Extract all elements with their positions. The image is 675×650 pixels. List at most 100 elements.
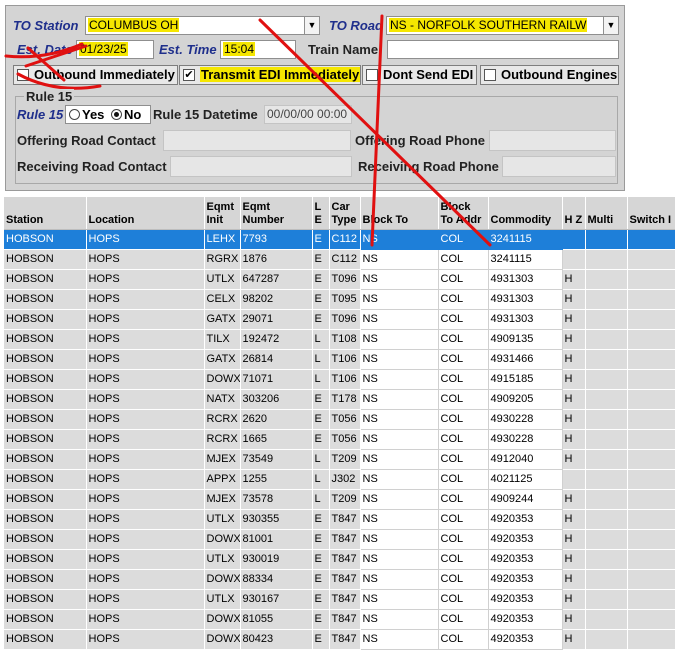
cell-commodity[interactable]: 4930228 xyxy=(487,428,563,450)
table-row[interactable]: HOBSON HOPS DOWX 80423 E T847 NS COL 4920353 H xyxy=(4,628,675,650)
checkbox-box[interactable] xyxy=(484,69,496,81)
table-row[interactable]: HOBSON HOPS DOWX 88334 E T847 NS COL 4920353 H xyxy=(4,568,675,590)
est-date-input[interactable]: 01/23/25 xyxy=(76,40,154,59)
cell-commodity[interactable]: 4920353 xyxy=(487,568,563,590)
cell-block-to[interactable]: NS xyxy=(359,548,439,570)
col-header-location[interactable]: Location xyxy=(86,197,205,230)
col-header-block-to[interactable]: Block To xyxy=(360,197,439,230)
table-row[interactable]: HOBSON HOPS APPX 1255 L J302 NS COL 4021125 xyxy=(4,468,675,490)
cell-commodity[interactable]: 4912040 xyxy=(487,448,563,470)
rule15-yes-radio[interactable] xyxy=(69,109,80,120)
cell-block-to-addr[interactable]: COL xyxy=(437,348,489,370)
train-name-input[interactable] xyxy=(387,40,619,59)
est-time-input[interactable]: 15:04 xyxy=(220,40,296,59)
cell-block-to[interactable]: NS xyxy=(359,268,439,290)
cell-block-to[interactable]: NS xyxy=(359,428,439,450)
cell-block-to[interactable]: NS xyxy=(359,348,439,370)
cell-commodity[interactable]: 4909135 xyxy=(487,328,563,350)
cell-block-to-addr[interactable]: COL xyxy=(437,628,489,650)
cell-block-to[interactable]: NS xyxy=(359,468,439,490)
outbound-engines-checkbox[interactable]: Outbound Engines xyxy=(480,65,619,85)
col-header-block-to-addr[interactable]: Block To Addr xyxy=(438,197,489,230)
col-header-commodity[interactable]: Commodity xyxy=(488,197,563,230)
col-header-le[interactable]: L E xyxy=(312,197,330,230)
cell-commodity[interactable]: 4920353 xyxy=(487,508,563,530)
cell-commodity[interactable]: 4930228 xyxy=(487,408,563,430)
col-header-eqmt-init[interactable]: Eqmt Init xyxy=(204,197,241,230)
cell-block-to[interactable]: NS xyxy=(359,308,439,330)
cell-block-to-addr[interactable]: COL xyxy=(437,508,489,530)
cell-block-to-addr[interactable]: COL xyxy=(437,328,489,350)
checkmark-icon[interactable]: ✔ xyxy=(183,69,195,81)
chevron-down-icon[interactable]: ▼ xyxy=(603,17,618,34)
offering-contact-input[interactable] xyxy=(163,130,351,151)
cell-commodity[interactable]: 4920353 xyxy=(487,548,563,570)
cell-block-to-addr[interactable]: COL xyxy=(437,248,489,270)
table-row[interactable]: HOBSON HOPS RCRX 1665 E T056 NS COL 4930228 H xyxy=(4,428,675,450)
cell-block-to-addr[interactable]: COL xyxy=(437,488,489,510)
cell-block-to[interactable]: NS xyxy=(359,528,439,550)
rule15-radio-group[interactable]: Yes No xyxy=(65,105,151,124)
col-header-multi[interactable]: Multi xyxy=(585,197,628,230)
cell-commodity[interactable]: 4931303 xyxy=(487,268,563,290)
cell-block-to-addr[interactable]: COL xyxy=(437,308,489,330)
cell-block-to-addr[interactable]: COL xyxy=(437,448,489,470)
cell-block-to[interactable]: NS xyxy=(359,368,439,390)
table-row[interactable]: HOBSON HOPS RGRX 1876 E C112 NS COL 3241115 xyxy=(4,248,675,270)
table-row[interactable]: HOBSON HOPS UTLX 647287 E T096 NS COL 4931303 H xyxy=(4,268,675,290)
cell-block-to[interactable]: NS xyxy=(359,288,439,310)
checkbox-box[interactable] xyxy=(366,69,378,81)
table-row[interactable]: HOBSON HOPS UTLX 930019 E T847 NS COL 4920353 H xyxy=(4,548,675,570)
cell-block-to[interactable]: NS xyxy=(359,448,439,470)
cell-commodity[interactable]: 4931303 xyxy=(487,288,563,310)
cell-commodity[interactable]: 3241115 xyxy=(487,248,563,270)
cell-commodity[interactable]: 4920353 xyxy=(487,588,563,610)
cell-block-to[interactable]: NS xyxy=(359,408,439,430)
table-row[interactable]: HOBSON HOPS DOWX 81001 E T847 NS COL 4920353 H xyxy=(4,528,675,550)
table-row[interactable]: HOBSON HOPS TILX 192472 L T108 NS COL 4909135 H xyxy=(4,328,675,350)
cell-commodity[interactable]: 4931303 xyxy=(487,308,563,330)
to-station-select[interactable]: COLUMBUS OH ▼ xyxy=(85,16,320,35)
table-row[interactable]: HOBSON HOPS GATX 26814 L T106 NS COL 4931466 H xyxy=(4,348,675,370)
cell-commodity[interactable]: 4920353 xyxy=(487,628,563,650)
cell-commodity[interactable]: 4909205 xyxy=(487,388,563,410)
table-row[interactable]: HOBSON HOPS NATX 303206 E T178 NS COL 4909205 H xyxy=(4,388,675,410)
cell-block-to-addr[interactable]: COL xyxy=(437,428,489,450)
cell-commodity[interactable]: 4021125 xyxy=(487,468,563,490)
cell-block-to-addr[interactable]: COL xyxy=(437,568,489,590)
cell-block-to[interactable]: NS xyxy=(359,568,439,590)
cell-block-to-addr[interactable]: COL xyxy=(437,468,489,490)
cell-block-to-addr[interactable]: COL xyxy=(437,608,489,630)
cell-commodity[interactable]: 4920353 xyxy=(487,608,563,630)
receiving-contact-input[interactable] xyxy=(170,156,352,177)
table-row[interactable]: HOBSON HOPS UTLX 930167 E T847 NS COL 4920353 H xyxy=(4,588,675,610)
transmit-edi-checkbox[interactable]: ✔ Transmit EDI Immediately xyxy=(179,65,361,85)
cell-block-to[interactable]: NS xyxy=(359,248,439,270)
cell-block-to[interactable]: NS xyxy=(359,588,439,610)
cell-block-to[interactable]: NS xyxy=(359,228,439,250)
col-header-car-type[interactable]: Car Type xyxy=(329,197,361,230)
cell-block-to-addr[interactable]: COL xyxy=(437,268,489,290)
table-row[interactable]: HOBSON HOPS GATX 29071 E T096 NS COL 4931303 H xyxy=(4,308,675,330)
cell-commodity[interactable]: 3241115 xyxy=(487,228,563,250)
cell-block-to[interactable]: NS xyxy=(359,328,439,350)
outbound-immediately-checkbox[interactable]: Outbound Immediately xyxy=(13,65,178,85)
table-row[interactable]: HOBSON HOPS RCRX 2620 E T056 NS COL 4930228 H xyxy=(4,408,675,430)
cell-block-to-addr[interactable]: COL xyxy=(437,528,489,550)
to-road-select[interactable]: NS - NORFOLK SOUTHERN RAILW ▼ xyxy=(386,16,619,35)
cell-block-to[interactable]: NS xyxy=(359,608,439,630)
offering-phone-input[interactable] xyxy=(489,130,616,151)
cell-block-to-addr[interactable]: COL xyxy=(437,228,489,250)
col-header-switch[interactable]: Switch I xyxy=(627,197,675,230)
col-header-station[interactable]: Station xyxy=(4,197,87,230)
table-row[interactable]: HOBSON HOPS LEHX 7793 E C112 NS COL 3241115 xyxy=(4,228,675,250)
table-row[interactable]: HOBSON HOPS DOWX 81055 E T847 NS COL 4920353 H xyxy=(4,608,675,630)
checkbox-box[interactable] xyxy=(17,69,29,81)
table-row[interactable]: HOBSON HOPS DOWX 71071 L T106 NS COL 4915185 H xyxy=(4,368,675,390)
cell-commodity[interactable]: 4915185 xyxy=(487,368,563,390)
chevron-down-icon[interactable]: ▼ xyxy=(304,17,319,34)
cell-block-to[interactable]: NS xyxy=(359,508,439,530)
rule15-datetime-input[interactable]: 00/00/00 00:00 xyxy=(264,105,352,124)
rule15-no-radio[interactable] xyxy=(111,109,123,120)
table-row[interactable]: HOBSON HOPS MJEX 73578 L T209 NS COL 4909244 H xyxy=(4,488,675,510)
